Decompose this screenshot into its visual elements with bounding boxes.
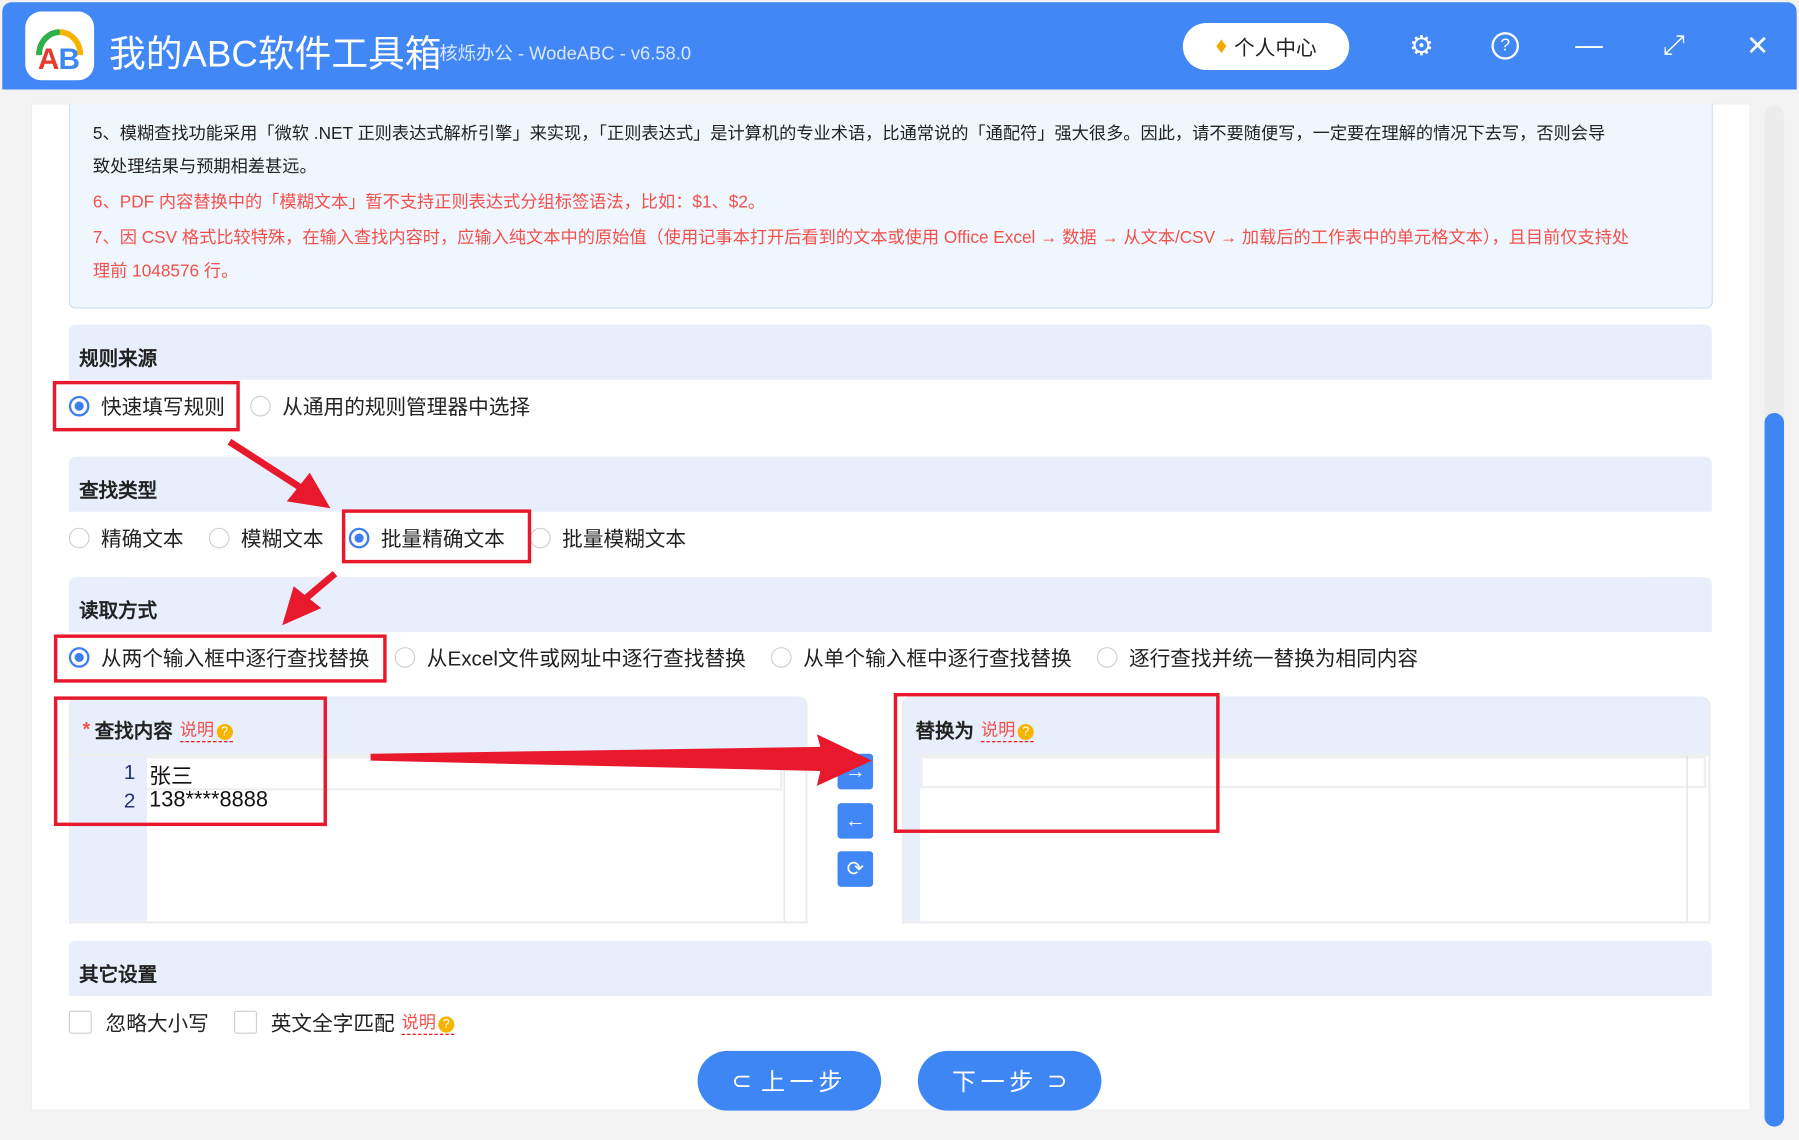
annotation-arrows — [227, 438, 872, 786]
